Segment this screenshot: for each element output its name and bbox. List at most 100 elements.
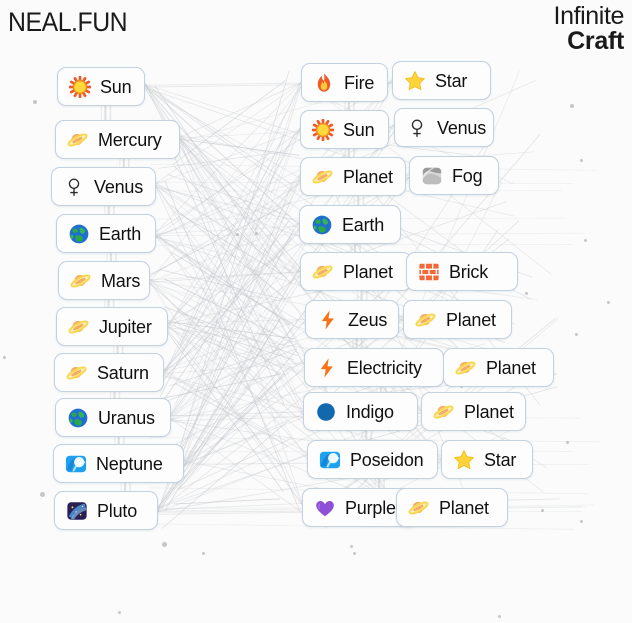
indigo-icon (315, 401, 337, 423)
result-card-planet[interactable]: Planet (403, 300, 512, 339)
background-dot (350, 545, 353, 548)
element-card-mercury[interactable]: Mercury (55, 120, 180, 159)
craft-canvas[interactable]: Sun Mercury Venus Earth Mars Jupiter Sat… (0, 0, 632, 623)
result-card-planet[interactable]: Planet (396, 488, 508, 527)
earth-icon (311, 214, 333, 236)
element-label: Earth (99, 223, 142, 244)
background-dot (580, 520, 583, 523)
element-label: Star (435, 70, 468, 91)
background-dot (353, 552, 356, 555)
background-dot (498, 615, 501, 618)
result-card-planet[interactable]: Planet (300, 252, 412, 291)
result-card-sun[interactable]: Sun (300, 110, 389, 149)
element-label: Mars (101, 270, 141, 291)
element-label: Purple (345, 497, 396, 518)
element-label: Saturn (97, 362, 149, 383)
element-label: Pluto (97, 500, 138, 521)
element-label: Planet (439, 497, 489, 518)
element-label: Brick (449, 261, 488, 282)
pluto-icon (66, 500, 88, 522)
venus-icon (63, 176, 85, 198)
background-dot (580, 159, 583, 162)
result-card-indigo[interactable]: Indigo (303, 392, 418, 431)
result-card-electricity[interactable]: Electricity (304, 348, 444, 387)
planet-icon (433, 401, 455, 423)
wave-icon (319, 449, 341, 471)
background-dot (40, 492, 45, 497)
element-label: Planet (464, 401, 514, 422)
element-card-saturn[interactable]: Saturn (54, 353, 164, 392)
result-card-fog[interactable]: Fog (409, 156, 499, 195)
heart-icon (314, 497, 336, 519)
planet-icon (70, 270, 92, 292)
element-label: Earth (342, 214, 385, 235)
star-icon (453, 449, 475, 471)
element-label: Sun (343, 119, 375, 140)
element-label: Fog (452, 165, 483, 186)
element-card-sun[interactable]: Sun (57, 67, 145, 106)
background-dot (584, 239, 587, 242)
planet-icon (415, 309, 437, 331)
background-dot (3, 356, 6, 359)
result-card-planet[interactable]: Planet (300, 157, 406, 196)
element-card-neptune[interactable]: Neptune (53, 444, 184, 483)
sun-icon (312, 118, 334, 141)
result-card-planet[interactable]: Planet (443, 348, 554, 387)
element-label: Venus (437, 117, 487, 138)
element-label: Poseidon (350, 449, 424, 470)
element-label: Planet (343, 166, 393, 187)
logo-line-infinite: Infinite (553, 2, 625, 30)
element-label: Zeus (348, 309, 388, 330)
planet-icon (455, 357, 477, 379)
element-label: Star (484, 449, 517, 470)
background-dot (162, 542, 167, 547)
result-card-brick[interactable]: Brick (406, 252, 518, 291)
earth-icon (67, 407, 89, 429)
element-label: Fire (344, 72, 375, 93)
sun-icon (69, 75, 91, 98)
element-card-mars[interactable]: Mars (58, 261, 150, 300)
background-dot (255, 232, 258, 235)
background-dot (118, 611, 121, 614)
logo-line-craft: Craft (567, 26, 624, 55)
result-card-star[interactable]: Star (441, 440, 533, 479)
result-card-star[interactable]: Star (392, 61, 491, 100)
element-card-uranus[interactable]: Uranus (55, 398, 171, 437)
planet-icon (66, 362, 88, 384)
result-card-fire[interactable]: Fire (301, 63, 388, 102)
element-card-earth[interactable]: Earth (56, 214, 156, 253)
background-dot (525, 292, 528, 295)
background-dot (236, 233, 239, 236)
planet-icon (312, 261, 334, 283)
result-card-venus[interactable]: Venus (394, 108, 494, 147)
background-dot (541, 509, 544, 512)
element-label: Jupiter (99, 316, 152, 337)
element-label: Uranus (98, 407, 155, 428)
result-card-planet[interactable]: Planet (421, 392, 526, 431)
background-dot (570, 104, 574, 108)
venus-icon (406, 117, 428, 139)
earth-icon (68, 223, 90, 245)
element-label: Venus (94, 176, 144, 197)
element-card-pluto[interactable]: Pluto (54, 491, 158, 530)
background-dot (33, 100, 37, 104)
planet-icon (67, 129, 89, 151)
element-label: Indigo (346, 401, 394, 422)
neal-fun-logo[interactable]: NEAL.FUN (8, 7, 128, 38)
result-card-poseidon[interactable]: Poseidon (307, 440, 438, 479)
background-dot (575, 333, 578, 336)
element-card-venus[interactable]: Venus (51, 167, 156, 206)
element-label: Sun (100, 76, 132, 97)
element-label: Mercury (98, 129, 162, 150)
bolt-icon (316, 357, 338, 379)
result-card-earth[interactable]: Earth (299, 205, 401, 244)
element-card-jupiter[interactable]: Jupiter (56, 307, 168, 346)
element-label: Electricity (347, 357, 422, 378)
element-label: Neptune (96, 453, 163, 474)
background-dot (202, 552, 205, 555)
brick-icon (418, 261, 440, 283)
infinite-craft-logo: Infinite Craft (553, 2, 625, 55)
fire-icon (313, 72, 335, 94)
result-card-zeus[interactable]: Zeus (305, 300, 399, 339)
planet-icon (408, 497, 430, 519)
